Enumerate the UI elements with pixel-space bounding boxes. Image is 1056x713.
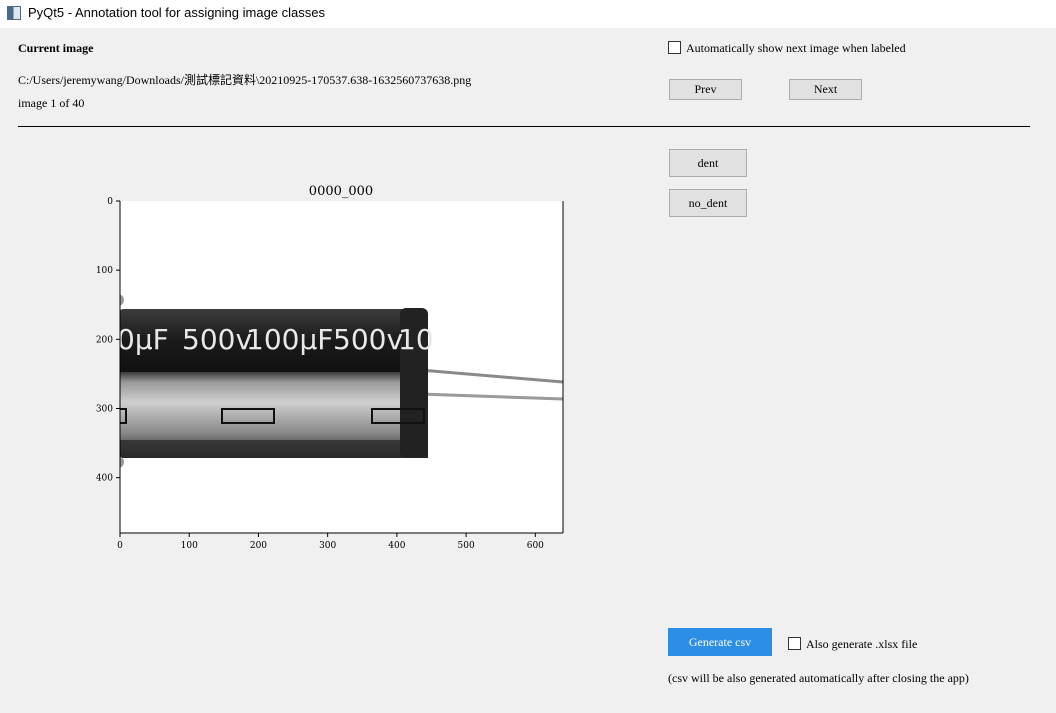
- image-plot: 0000_000 0μF 500v 100μF 500v 10 0 100 200 3…: [96, 184, 564, 551]
- capacitor-print-3: 100μF: [246, 323, 333, 356]
- class-button-dent[interactable]: dent: [669, 149, 747, 177]
- y-tick-label: 100: [96, 266, 113, 276]
- edge-blob-top: [120, 294, 124, 306]
- capacitor-print-5: 10: [398, 323, 434, 356]
- x-tick-label: 200: [250, 541, 267, 551]
- class-button-no-dent[interactable]: no_dent: [669, 189, 747, 217]
- capacitor-print-4: 500v: [333, 323, 403, 356]
- x-tick-label: 600: [527, 541, 544, 551]
- xlsx-label[interactable]: Also generate .xlsx file: [806, 637, 917, 652]
- x-tick-label: 400: [388, 541, 405, 551]
- generate-csv-button[interactable]: Generate csv: [668, 628, 772, 656]
- xlsx-checkbox[interactable]: [788, 637, 801, 650]
- auto-next-label[interactable]: Automatically show next image when label…: [686, 41, 906, 56]
- y-tick-label: 400: [96, 474, 113, 484]
- x-tick-label: 300: [319, 541, 336, 551]
- prev-button[interactable]: Prev: [669, 79, 742, 100]
- capacitor-print-2: 500v: [182, 323, 252, 356]
- x-tick-label: 100: [181, 541, 198, 551]
- plot-title: 0000_000: [309, 184, 373, 199]
- next-button[interactable]: Next: [789, 79, 862, 100]
- y-tick-label: 0: [107, 197, 113, 207]
- y-tick-label: 300: [96, 405, 113, 415]
- x-tick-label: 500: [458, 541, 475, 551]
- auto-next-checkbox[interactable]: [668, 41, 681, 54]
- y-tick-label: 200: [96, 335, 113, 345]
- capacitor-print-1: 0μF: [117, 323, 169, 356]
- capacitor-bottom-shadow: [120, 440, 428, 458]
- x-tick-label: 0: [117, 541, 123, 551]
- csv-note: (csv will be also generated automaticall…: [668, 671, 969, 685]
- edge-blob-bottom: [120, 456, 124, 468]
